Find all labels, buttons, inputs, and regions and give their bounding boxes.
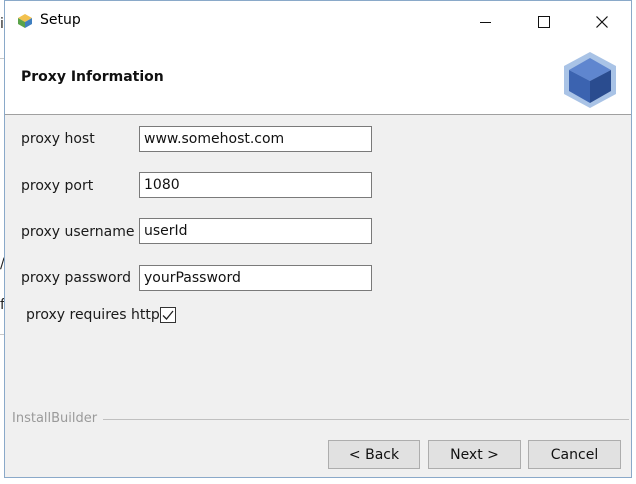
proxy-port-label: proxy port — [21, 178, 94, 194]
maximize-button[interactable] — [515, 1, 573, 42]
page-title: Proxy Information — [21, 69, 164, 85]
setup-app-icon — [18, 14, 32, 28]
proxy-port-input[interactable] — [139, 172, 372, 198]
setup-window: Setup Proxy Information proxy host www.s… — [4, 0, 632, 478]
proxy-https-label: proxy requires https — [26, 307, 168, 323]
proxy-https-checkbox[interactable] — [160, 307, 176, 323]
footer-divider — [103, 419, 629, 420]
close-button[interactable] — [573, 1, 631, 42]
close-icon — [596, 15, 608, 28]
installbuilder-brand: InstallBuilder — [12, 411, 98, 426]
proxy-username-label: proxy username — [21, 224, 135, 240]
window-title: Setup — [40, 12, 81, 28]
wizard-header: Proxy Information — [5, 42, 631, 115]
proxy-host-input[interactable] — [139, 126, 372, 152]
minimize-button[interactable] — [457, 1, 515, 42]
title-bar[interactable]: Setup — [5, 1, 631, 42]
next-button[interactable]: Next > — [428, 440, 521, 469]
proxy-host-label: proxy host — [21, 131, 95, 147]
maximize-icon — [538, 15, 550, 28]
minimize-icon — [480, 21, 491, 23]
cancel-button[interactable]: Cancel — [528, 440, 621, 469]
proxy-password-input[interactable] — [139, 265, 372, 291]
proxy-username-input[interactable] — [139, 218, 372, 244]
installbuilder-cube-logo — [564, 52, 616, 108]
back-button[interactable]: < Back — [328, 440, 420, 469]
proxy-password-label: proxy password — [21, 270, 131, 286]
